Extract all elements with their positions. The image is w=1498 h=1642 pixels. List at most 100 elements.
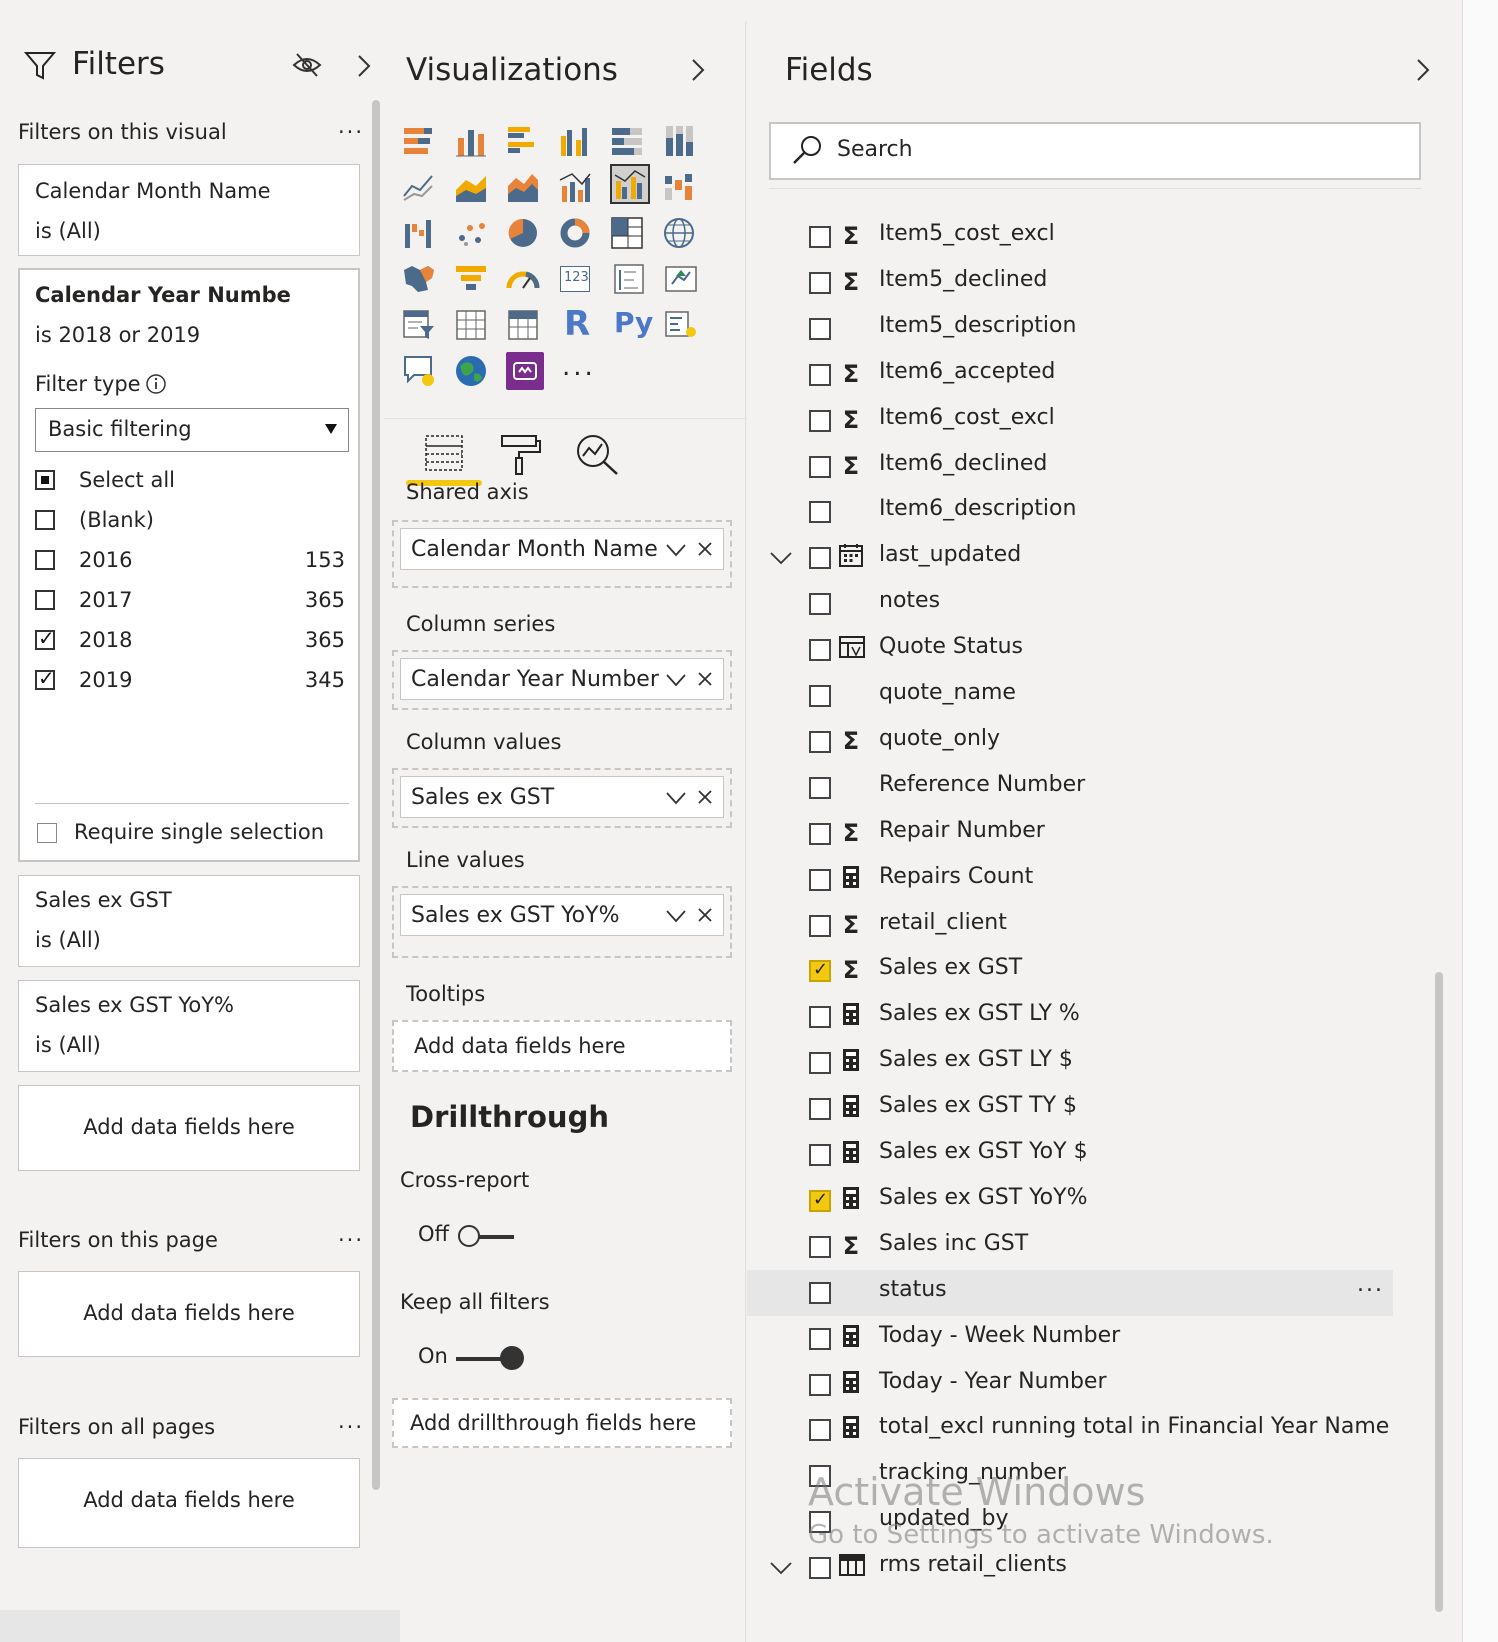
- remove-x-icon[interactable]: [697, 789, 713, 805]
- filter-type-dropdown[interactable]: Basic filtering: [35, 408, 349, 452]
- shared-axis-field-pill[interactable]: Calendar Month Name: [400, 528, 724, 570]
- kpi-icon[interactable]: [664, 262, 698, 296]
- collapse-fields-chevron-icon[interactable]: [1415, 58, 1431, 82]
- filter-card-sales-ex-gst[interactable]: Sales ex GST is (All): [18, 875, 360, 967]
- field-checkbox[interactable]: [809, 409, 831, 432]
- cross-report-toggle[interactable]: Off: [418, 1220, 538, 1250]
- field-checkbox[interactable]: [809, 730, 831, 753]
- column-values-well[interactable]: Sales ex GST: [392, 768, 732, 828]
- field-row[interactable]: Σ Item6_cost_excl: [747, 398, 1407, 444]
- field-row[interactable]: Quote Status: [747, 627, 1407, 673]
- field-checkbox[interactable]: [809, 914, 831, 937]
- field-row[interactable]: status...: [747, 1269, 1393, 1316]
- field-row[interactable]: quote_name: [747, 673, 1407, 719]
- gauge-chart-icon[interactable]: [506, 262, 540, 296]
- collapse-viz-chevron-icon[interactable]: [690, 58, 706, 82]
- remove-x-icon[interactable]: [697, 541, 713, 557]
- field-checkbox[interactable]: [809, 1281, 831, 1304]
- field-checkbox[interactable]: [809, 455, 831, 478]
- all-pages-filters-more-icon[interactable]: ...: [338, 1409, 364, 1433]
- fields-tab-icon[interactable]: [422, 432, 466, 474]
- column-values-field-pill[interactable]: Sales ex GST: [400, 776, 724, 818]
- waterfall-chart-icon[interactable]: [402, 216, 436, 250]
- r-script-visual-icon[interactable]: R: [564, 304, 590, 344]
- checkbox-checked[interactable]: ✓: [35, 666, 55, 690]
- field-checkbox[interactable]: [809, 639, 831, 662]
- chevron-down-icon[interactable]: [665, 791, 687, 805]
- pie-chart-icon[interactable]: [506, 216, 540, 250]
- field-row[interactable]: Repairs Count: [747, 857, 1407, 903]
- ribbon-chart-icon[interactable]: [662, 170, 696, 204]
- card-visual-icon[interactable]: 123: [560, 266, 590, 292]
- field-checkbox[interactable]: [809, 1052, 831, 1075]
- filter-option-2016[interactable]: 2016 153: [35, 546, 345, 578]
- field-row[interactable]: last_updated: [747, 535, 1407, 581]
- funnel-chart-icon[interactable]: [454, 262, 488, 296]
- field-checkbox[interactable]: [809, 271, 831, 294]
- matrix-visual-icon[interactable]: [506, 308, 540, 342]
- field-row[interactable]: Σ Item5_declined: [747, 260, 1407, 306]
- drillthrough-fields-well[interactable]: Add drillthrough fields here: [392, 1398, 732, 1448]
- field-checkbox[interactable]: [809, 822, 831, 845]
- filter-card-calendar-month[interactable]: Calendar Month Name is (All): [18, 164, 360, 256]
- 100-stacked-bar-icon[interactable]: [610, 124, 644, 158]
- field-checkbox[interactable]: [809, 1327, 831, 1350]
- collapse-filters-chevron-icon[interactable]: [356, 54, 372, 78]
- filter-option-select-all[interactable]: Select all: [35, 466, 345, 498]
- field-row[interactable]: Sales ex GST TY $: [747, 1086, 1407, 1132]
- field-checkbox[interactable]: [809, 1419, 831, 1442]
- field-row[interactable]: Σ Sales ex GST: [747, 948, 1407, 994]
- field-row[interactable]: Σ Item6_accepted: [747, 352, 1407, 398]
- keep-filters-toggle[interactable]: On: [418, 1342, 538, 1372]
- fields-scrollbar[interactable]: [1435, 972, 1443, 1612]
- chevron-down-icon[interactable]: [665, 909, 687, 923]
- line-values-well[interactable]: Sales ex GST YoY%: [392, 886, 732, 958]
- 100-stacked-column-icon[interactable]: [662, 124, 696, 158]
- arcgis-map-icon[interactable]: [454, 354, 488, 388]
- checkbox[interactable]: [35, 510, 55, 530]
- require-single-checkbox[interactable]: [37, 823, 57, 843]
- field-checkbox[interactable]: [809, 547, 831, 570]
- chevron-down-icon[interactable]: [665, 673, 687, 687]
- field-row[interactable]: Sales ex GST YoY%: [747, 1178, 1407, 1224]
- field-checkbox[interactable]: [809, 1098, 831, 1121]
- info-icon[interactable]: [145, 373, 167, 395]
- field-checkbox[interactable]: [809, 1235, 831, 1258]
- search-placeholder[interactable]: Search: [837, 137, 913, 162]
- visual-filters-more-icon[interactable]: ...: [338, 114, 364, 138]
- power-apps-visual-icon[interactable]: [506, 352, 544, 390]
- more-visuals-icon[interactable]: ...: [562, 352, 596, 382]
- field-row[interactable]: Σ Repair Number: [747, 811, 1407, 857]
- remove-x-icon[interactable]: [697, 671, 713, 687]
- filter-option-2017[interactable]: 2017 365: [35, 586, 345, 618]
- clustered-column-chart-icon[interactable]: [558, 124, 592, 158]
- selected-visual-highlight[interactable]: [610, 164, 650, 204]
- expand-chevron-icon[interactable]: [769, 1561, 793, 1575]
- field-row[interactable]: Sales ex GST YoY $: [747, 1132, 1407, 1178]
- field-checkbox[interactable]: [809, 868, 831, 891]
- filled-map-icon[interactable]: [402, 262, 436, 296]
- field-checkbox[interactable]: [809, 226, 831, 248]
- line-chart-icon[interactable]: [402, 170, 436, 204]
- field-checkbox[interactable]: [809, 959, 831, 983]
- field-checkbox[interactable]: [809, 1144, 831, 1166]
- filter-option-2019[interactable]: ✓ 2019 345: [35, 666, 345, 698]
- field-checkbox[interactable]: [809, 501, 831, 524]
- filter-card-sales-yoy[interactable]: Sales ex GST YoY% is (All): [18, 980, 360, 1072]
- column-series-field-pill[interactable]: Calendar Year Number: [400, 658, 724, 700]
- field-checkbox[interactable]: [809, 776, 831, 799]
- field-row[interactable]: Item6_description: [747, 489, 1407, 535]
- treemap-icon[interactable]: [610, 216, 644, 250]
- checkbox-checked[interactable]: ✓: [35, 626, 55, 650]
- map-globe-icon[interactable]: [662, 216, 696, 250]
- field-checkbox[interactable]: [809, 1189, 831, 1212]
- checkbox-partial[interactable]: [35, 470, 55, 490]
- field-checkbox[interactable]: [809, 363, 831, 386]
- chevron-down-icon[interactable]: [665, 543, 687, 557]
- scatter-chart-icon[interactable]: [454, 216, 488, 250]
- field-row[interactable]: Σquote_only: [747, 719, 1407, 765]
- field-checkbox[interactable]: [809, 593, 831, 616]
- stacked-column-chart-icon[interactable]: [454, 124, 488, 158]
- field-row[interactable]: total_excl running total in Financial Ye…: [747, 1407, 1407, 1453]
- checkbox[interactable]: [35, 590, 55, 610]
